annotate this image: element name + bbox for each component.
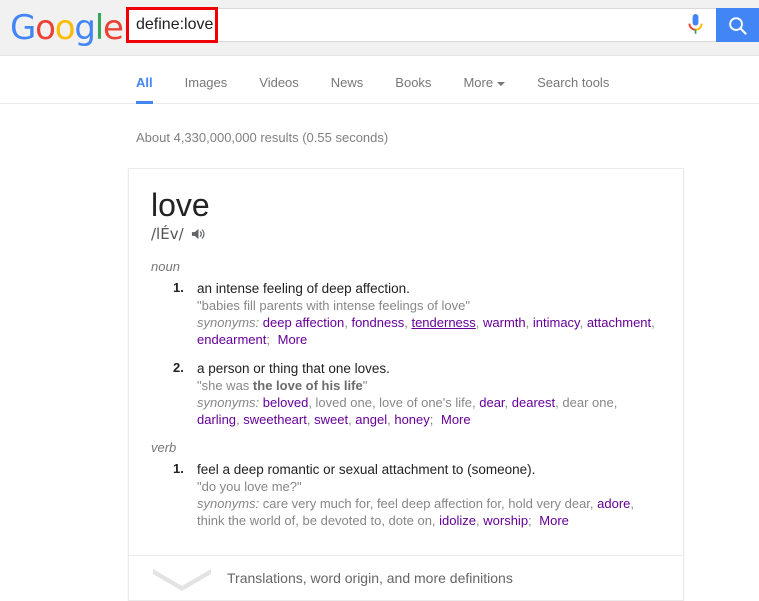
- tab-news[interactable]: News: [315, 56, 380, 104]
- logo-letter-o1: o: [35, 8, 56, 48]
- page-title: love: [151, 187, 210, 223]
- tab-books-label: Books: [395, 75, 432, 90]
- synonym-link[interactable]: tenderness: [411, 315, 475, 330]
- synonyms-more-link[interactable]: More: [539, 513, 569, 528]
- synonyms-more-link[interactable]: More: [278, 332, 308, 347]
- synonym-link[interactable]: angel: [355, 412, 387, 427]
- synonyms-block: synonyms: care very much for, feel deep …: [197, 496, 635, 528]
- tab-images[interactable]: Images: [169, 56, 244, 104]
- synonym-text: be devoted to: [302, 513, 382, 528]
- tab-images-label: Images: [184, 75, 228, 90]
- dictionary-card: love /lÉv/ noun 1. an intense feeling of d…: [128, 168, 684, 601]
- sense-example: "do you love me?": [197, 479, 302, 494]
- search-header: G o o g l e: [0, 0, 759, 56]
- synonyms-label: synonyms:: [197, 496, 260, 511]
- tab-videos[interactable]: Videos: [243, 56, 315, 104]
- synonym-text: love of one's life: [379, 395, 472, 410]
- sense-example: "she was the love of his life": [197, 378, 368, 393]
- chevron-down-icon: [497, 81, 506, 86]
- synonym-text: feel deep affection for: [376, 496, 502, 511]
- sense-list: 1. feel a deep romantic or sexual attachm…: [151, 461, 661, 529]
- sense-number: 2.: [173, 360, 184, 375]
- logo-letter-o2: o: [54, 8, 76, 48]
- synonym-link[interactable]: darling: [197, 412, 236, 427]
- more-definitions-button[interactable]: Translations, word origin, and more defi…: [129, 555, 683, 600]
- synonym-link[interactable]: honey: [394, 412, 429, 427]
- more-definitions-label: Translations, word origin, and more defi…: [227, 570, 513, 586]
- logo-letter-l: l: [94, 8, 104, 48]
- logo-letter-e: e: [103, 8, 124, 48]
- logo-letter-g2: g: [74, 8, 96, 48]
- synonyms-label: synonyms:: [197, 395, 260, 410]
- synonym-link[interactable]: beloved: [263, 395, 309, 410]
- synonym-text: dear one: [562, 395, 614, 410]
- sense-definition: a person or thing that one loves.: [197, 361, 390, 376]
- speaker-icon[interactable]: [191, 227, 206, 241]
- synonym-text: dote on: [388, 513, 432, 528]
- sense-example: "babies fill parents with intense feelin…: [197, 298, 470, 313]
- tab-videos-label: Videos: [259, 75, 299, 90]
- tab-all[interactable]: All: [128, 56, 169, 104]
- tab-search-tools-label: Search tools: [537, 75, 610, 90]
- sense-item: 1. an intense feeling of deep affection. "…: [151, 280, 661, 348]
- synonym-link[interactable]: deep affection: [263, 315, 344, 330]
- part-of-speech: noun: [151, 259, 180, 274]
- synonym-link[interactable]: intimacy: [533, 315, 580, 330]
- synonym-link[interactable]: dearest: [512, 395, 555, 410]
- sense-item: 2. a person or thing that one loves. "she …: [151, 360, 661, 428]
- tab-search-tools[interactable]: Search tools: [521, 56, 625, 104]
- sense-number: 1.: [173, 461, 184, 476]
- search-box[interactable]: [126, 8, 716, 42]
- search-nav: All Images Videos News Books More Search…: [0, 56, 759, 104]
- tab-more[interactable]: More: [447, 56, 521, 104]
- synonyms-label: synonyms:: [197, 315, 260, 330]
- example-emphasis: the love of his life: [252, 378, 363, 393]
- synonym-text: think the world of: [197, 513, 296, 528]
- synonym-link[interactable]: adore: [597, 496, 630, 511]
- synonym-link[interactable]: idolize: [439, 513, 476, 528]
- sense-definition: an intense feeling of deep affection.: [197, 281, 410, 296]
- synonyms-block: synonyms: deep affection, fondness, tend…: [197, 315, 655, 347]
- part-of-speech: verb: [151, 440, 177, 455]
- chevron-down-icon: [143, 565, 221, 591]
- synonym-text: loved one: [315, 395, 372, 410]
- sense-item: 1. feel a deep romantic or sexual attachm…: [151, 461, 661, 529]
- tab-news-label: News: [330, 75, 364, 90]
- synonym-link[interactable]: sweet: [314, 412, 348, 427]
- sense-definition: feel a deep romantic or sexual attachmen…: [197, 462, 536, 477]
- microphone-icon[interactable]: [674, 9, 716, 41]
- sense-number: 1.: [173, 280, 184, 295]
- synonym-link[interactable]: dear: [479, 395, 504, 410]
- synonyms-block: synonyms: beloved, loved one, love of on…: [197, 395, 618, 427]
- synonym-link[interactable]: worship: [483, 513, 528, 528]
- synonym-link[interactable]: attachment: [587, 315, 651, 330]
- pronunciation-row: /lÉv/: [151, 225, 661, 243]
- synonym-link[interactable]: fondness: [351, 315, 404, 330]
- synonyms-more-link[interactable]: More: [441, 412, 471, 427]
- logo-letter-g1: G: [10, 8, 36, 48]
- search-input[interactable]: [127, 10, 674, 40]
- tab-books[interactable]: Books: [379, 56, 447, 104]
- dictionary-card-body: love /lÉv/ noun 1. an intense feeling of d…: [129, 169, 683, 555]
- nav-tabs: All Images Videos News Books More Search…: [128, 56, 625, 104]
- synonym-link[interactable]: sweetheart: [243, 412, 307, 427]
- synonym-text: hold very dear: [508, 496, 590, 511]
- synonym-link[interactable]: endearment: [197, 332, 266, 347]
- sense-list: 1. an intense feeling of deep affection. "…: [151, 280, 661, 428]
- tab-all-label: All: [136, 75, 153, 90]
- google-logo[interactable]: G o o g l e: [10, 8, 124, 48]
- synonym-link[interactable]: warmth: [483, 315, 526, 330]
- search-button[interactable]: [716, 8, 759, 42]
- synonym-text: care very much for: [262, 496, 370, 511]
- result-stats: About 4,330,000,000 results (0.55 second…: [136, 130, 389, 145]
- dictionary-entries: noun 1. an intense feeling of deep affecti…: [151, 259, 661, 529]
- phonetic-text: /lÉv/: [151, 225, 184, 243]
- tab-more-label: More: [463, 75, 494, 90]
